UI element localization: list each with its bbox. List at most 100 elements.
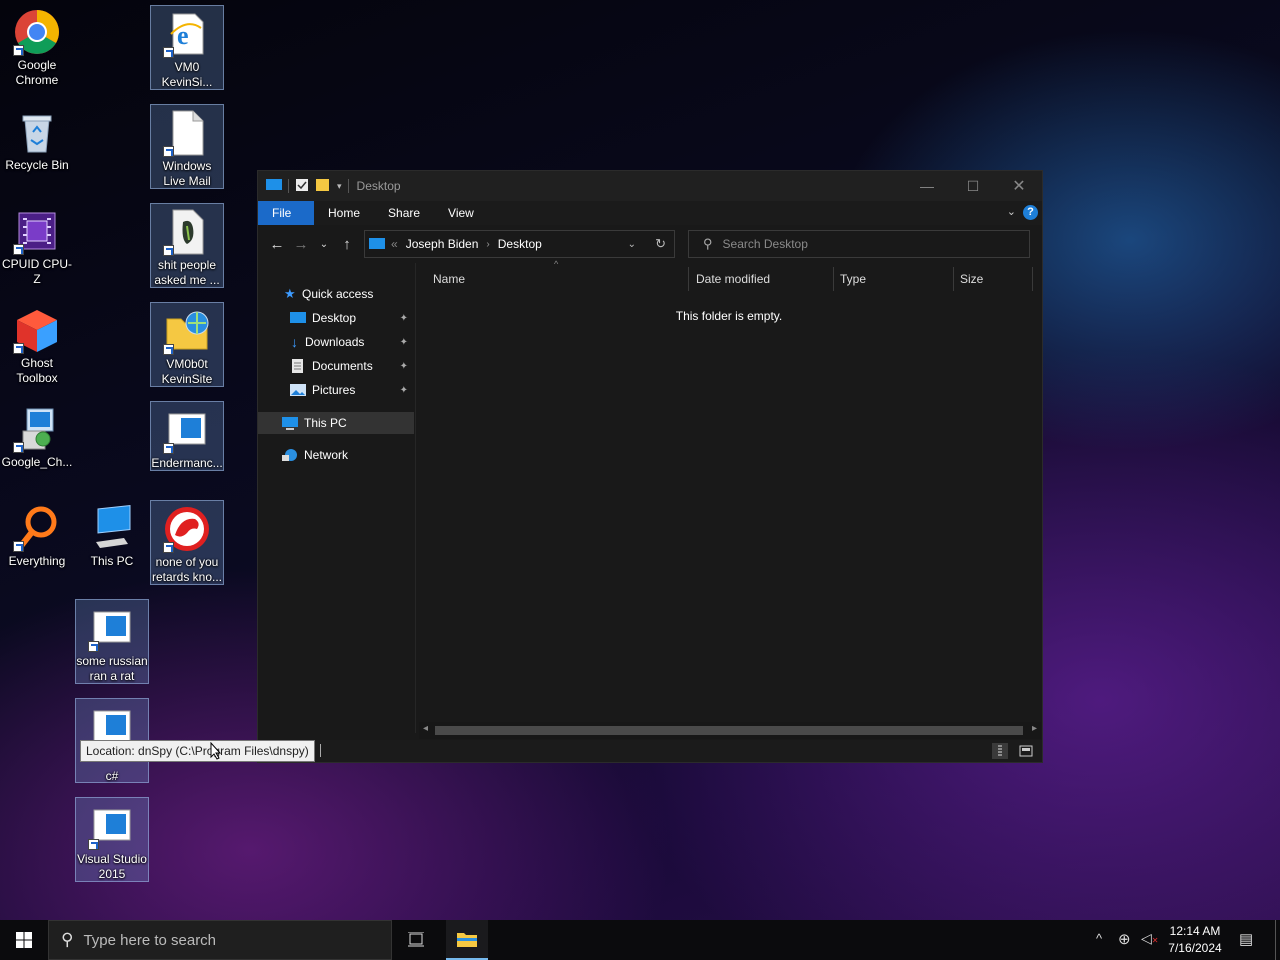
tab-view[interactable]: View bbox=[434, 201, 488, 225]
this-pc-icon bbox=[88, 504, 136, 552]
column-type[interactable]: Type bbox=[840, 263, 866, 295]
column-divider[interactable] bbox=[688, 267, 689, 291]
nav-pictures[interactable]: Pictures ✦ bbox=[258, 379, 414, 401]
taskbar-file-explorer[interactable] bbox=[446, 920, 488, 960]
minimize-icon: — bbox=[920, 178, 934, 194]
nav-label: Quick access bbox=[302, 287, 374, 301]
ghost-toolbox-icon bbox=[13, 306, 61, 354]
desktop-folder-icon bbox=[290, 312, 306, 323]
horizontal-scrollbar[interactable]: ◂ ▸ bbox=[419, 722, 1041, 739]
nav-network[interactable]: Network bbox=[258, 444, 414, 466]
expand-ribbon-icon[interactable]: ⌄ bbox=[1007, 205, 1016, 218]
desktop-icon-some-russian-ran-a-rat[interactable]: some russian ran a rat bbox=[75, 599, 149, 684]
desktop-icon-none-of-you-retards[interactable]: none of you retards kno... bbox=[150, 500, 224, 585]
desktop-icon-shit-people-asked-me[interactable]: shit people asked me ... bbox=[150, 203, 224, 288]
refresh-icon[interactable]: ↻ bbox=[655, 236, 666, 252]
clock-date: 7/16/2024 bbox=[1168, 941, 1222, 955]
clock-time: 12:14 AM bbox=[1169, 924, 1221, 938]
tab-file[interactable]: File bbox=[258, 201, 314, 225]
desktop-icon-visual-studio-2015[interactable]: Visual Studio 2015 bbox=[75, 797, 149, 882]
scroll-left-icon[interactable]: ◂ bbox=[423, 723, 428, 734]
customize-toolbar-icon[interactable]: ▾ bbox=[337, 181, 342, 192]
pictures-icon bbox=[290, 384, 306, 396]
window-title: Desktop bbox=[356, 179, 401, 193]
address-bar[interactable]: « Joseph Biden › Desktop ⌄ ↻ bbox=[364, 230, 675, 258]
file-list[interactable]: ^ Name Date modified Type Size This fold… bbox=[416, 259, 1042, 733]
column-name[interactable]: Name bbox=[433, 263, 465, 295]
column-date-modified[interactable]: Date modified bbox=[696, 263, 770, 295]
file-explorer-icon bbox=[457, 933, 477, 947]
desktop-icon-endermanc[interactable]: Endermanc... bbox=[150, 401, 224, 471]
desktop-icon-everything[interactable]: Everything bbox=[0, 500, 74, 569]
cpuz-icon bbox=[13, 207, 61, 255]
volume-muted-icon[interactable]: ◁✕ bbox=[1141, 930, 1158, 947]
show-hidden-icons-icon[interactable]: ^ bbox=[1096, 931, 1102, 946]
window-icon[interactable] bbox=[266, 178, 282, 195]
properties-icon[interactable] bbox=[295, 178, 309, 195]
documents-icon bbox=[292, 359, 303, 373]
internet-explorer-icon: e bbox=[163, 10, 211, 58]
desktop-icon-cpuz[interactable]: CPUID CPU-Z bbox=[0, 203, 74, 287]
file-explorer-window[interactable]: ▾ Desktop — ☐ ✕ File Home Share View ⌄ ?… bbox=[257, 170, 1043, 763]
forward-icon[interactable]: → bbox=[289, 236, 313, 253]
up-icon[interactable]: ↑ bbox=[335, 236, 359, 253]
pin-icon[interactable]: ✦ bbox=[400, 385, 408, 396]
desktop-icon-google-ch-installer[interactable]: Google_Ch... bbox=[0, 401, 74, 470]
address-dropdown-icon[interactable]: ⌄ bbox=[628, 239, 636, 250]
desktop-icon-label: Endermanc... bbox=[151, 456, 223, 470]
nav-quick-access[interactable]: ★ Quick access bbox=[258, 283, 414, 305]
breadcrumb-overflow[interactable]: « bbox=[391, 237, 398, 251]
scrollbar-thumb[interactable] bbox=[435, 726, 1023, 735]
title-bar[interactable]: ▾ Desktop — ☐ ✕ bbox=[258, 171, 1042, 201]
taskbar: ⚲ Type here to search ^ ⊕ ◁✕ 12:14 AM 7/… bbox=[0, 920, 1280, 960]
desktop-icon-vm0b0t-kevinsite[interactable]: VM0b0t KevinSite bbox=[150, 302, 224, 387]
tab-share[interactable]: Share bbox=[374, 201, 434, 225]
column-divider[interactable] bbox=[953, 267, 954, 291]
tab-home[interactable]: Home bbox=[314, 201, 374, 225]
scroll-right-icon[interactable]: ▸ bbox=[1032, 723, 1037, 734]
system-clock[interactable]: 12:14 AM 7/16/2024 bbox=[1160, 923, 1230, 957]
start-button[interactable] bbox=[0, 920, 48, 960]
desktop-icon-label: Windows Live Mail bbox=[162, 159, 212, 188]
taskbar-search-box[interactable]: ⚲ Type here to search bbox=[48, 920, 392, 960]
app-window-icon bbox=[88, 802, 136, 850]
maximize-button[interactable]: ☐ bbox=[950, 171, 996, 201]
column-divider[interactable] bbox=[833, 267, 834, 291]
desktop-icon-windows-live-mail[interactable]: Windows Live Mail bbox=[150, 104, 224, 189]
nav-downloads[interactable]: ↓ Downloads ✦ bbox=[258, 331, 414, 353]
details-view-icon[interactable] bbox=[992, 743, 1008, 759]
desktop-icon-label: some russian ran a rat bbox=[76, 654, 148, 683]
task-view-button[interactable] bbox=[396, 920, 436, 960]
everything-icon bbox=[13, 504, 61, 552]
breadcrumb-joseph-biden[interactable]: Joseph Biden bbox=[406, 237, 479, 251]
search-icon: ⚲ bbox=[703, 236, 713, 251]
help-icon[interactable]: ? bbox=[1023, 205, 1038, 220]
column-divider[interactable] bbox=[1032, 267, 1033, 291]
desktop-icon-ghost-toolbox[interactable]: Ghost Toolbox bbox=[0, 302, 74, 386]
back-icon[interactable]: ← bbox=[265, 236, 289, 253]
desktop-icon-recycle-bin[interactable]: Recycle Bin bbox=[0, 104, 74, 173]
desktop-icon-this-pc[interactable]: This PC bbox=[75, 500, 149, 569]
pin-icon[interactable]: ✦ bbox=[400, 313, 408, 324]
close-button[interactable]: ✕ bbox=[996, 171, 1042, 201]
network-status-icon[interactable]: ⊕ bbox=[1118, 930, 1131, 948]
nav-documents[interactable]: Documents ✦ bbox=[258, 355, 414, 377]
large-icons-view-icon[interactable] bbox=[1018, 743, 1034, 759]
download-arrow-icon: ↓ bbox=[291, 334, 298, 350]
nav-desktop[interactable]: Desktop ✦ bbox=[258, 307, 414, 329]
recent-locations-icon[interactable]: ⌄ bbox=[313, 239, 335, 250]
desktop-icon-google-chrome[interactable]: Google Chrome bbox=[0, 4, 74, 88]
breadcrumb-desktop[interactable]: Desktop bbox=[498, 237, 542, 251]
star-icon: ★ bbox=[284, 286, 296, 301]
notifications-icon[interactable]: ▤ bbox=[1239, 930, 1253, 948]
pin-icon[interactable]: ✦ bbox=[400, 337, 408, 348]
minimize-button[interactable]: — bbox=[904, 171, 950, 201]
show-desktop-button[interactable] bbox=[1275, 920, 1280, 960]
nav-this-pc[interactable]: This PC bbox=[258, 412, 414, 434]
desktop-icon-vm0-kevinsite[interactable]: e VM0 KevinSi... bbox=[150, 5, 224, 90]
desktop-icon-label: VM0 KevinSi... bbox=[161, 60, 213, 89]
search-box[interactable]: ⚲ Search Desktop bbox=[688, 230, 1030, 258]
pin-icon[interactable]: ✦ bbox=[400, 361, 408, 372]
new-folder-icon[interactable] bbox=[315, 178, 331, 195]
column-size[interactable]: Size bbox=[960, 263, 983, 295]
